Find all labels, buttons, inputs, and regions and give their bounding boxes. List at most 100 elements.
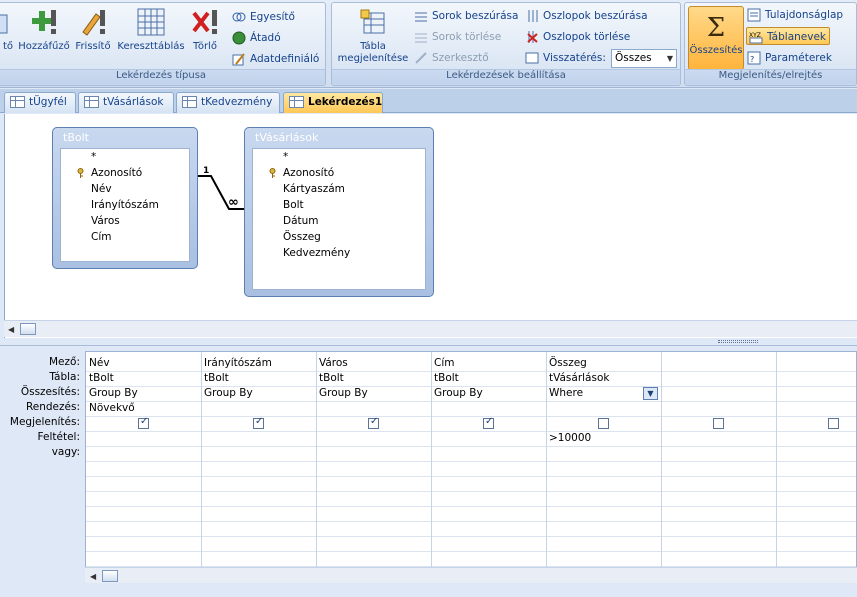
row-label-show: Megjelenítés:	[9, 416, 80, 428]
table-icon	[182, 96, 197, 108]
show-checkbox[interactable]	[598, 418, 609, 429]
builder-button[interactable]: Szerkesztő	[414, 49, 489, 67]
update-pencil-icon	[82, 10, 105, 36]
field-item[interactable]: *	[61, 149, 189, 165]
return-icon	[525, 51, 539, 65]
grid-cell-total[interactable]: Group By	[431, 386, 546, 401]
grid-cell-sort[interactable]	[431, 401, 546, 416]
delete-query-button[interactable]: Törlő	[187, 7, 223, 53]
grid-cell-table[interactable]: tBolt	[201, 371, 316, 386]
grid-cell-total[interactable]	[776, 386, 857, 401]
tab-tugyfel[interactable]: tÜgyfél	[4, 92, 76, 113]
field-item[interactable]: Összeg	[253, 229, 425, 245]
delete-columns-button[interactable]: Oszlopok törlése	[525, 28, 630, 46]
grid-cell-sort[interactable]: Növekvő	[86, 401, 201, 416]
query-grid-pane: Mező: Tábla: Összesítés: Rendezés: Megje…	[0, 347, 857, 597]
pane-splitter[interactable]	[0, 338, 857, 346]
insert-columns-icon	[525, 9, 539, 23]
total-dropdown-chevron-icon[interactable]: ▼	[643, 387, 658, 400]
table-names-button[interactable]: XYZ Táblanevek	[746, 27, 830, 45]
delete-rows-button[interactable]: Sorok törlése	[414, 28, 501, 46]
append-button[interactable]: Hozzáfűző	[15, 7, 73, 53]
grid-cell-field[interactable]	[661, 356, 776, 371]
parameters-button[interactable]: ? Paraméterek	[747, 49, 832, 67]
relationship-line[interactable]: 1 ∞	[195, 164, 250, 214]
insert-columns-button[interactable]: Oszlopok beszúrása	[525, 7, 648, 25]
grid-cell-sort[interactable]	[316, 401, 431, 416]
show-checkbox[interactable]	[483, 416, 494, 429]
tab-tkedvezmeny[interactable]: tKedvezmény	[176, 92, 280, 113]
grid-cell-total[interactable]: Group By	[86, 386, 201, 401]
scroll-left-icon[interactable]: ◀	[90, 572, 96, 581]
crosstab-button[interactable]: Kereszttáblás	[115, 7, 187, 53]
field-item[interactable]: Azonosító	[61, 165, 189, 181]
grid-cell-sort[interactable]	[661, 401, 776, 416]
tab-lekerdezes1[interactable]: Lekérdezés1	[283, 92, 383, 113]
grid-cell-field[interactable]: Összeg	[546, 356, 661, 371]
passthrough-button[interactable]: Átadó	[232, 29, 281, 47]
scroll-thumb[interactable]	[20, 323, 36, 335]
table-box-tbolt[interactable]: tBolt * Azonosító Név Irányítószám Város…	[52, 127, 198, 269]
tab-tvasarlasok[interactable]: tVásárlások	[78, 92, 174, 113]
show-checkbox[interactable]	[713, 418, 724, 429]
grid-cell-field[interactable]: Város	[316, 356, 431, 371]
grid-cell-table[interactable]: tBolt	[316, 371, 431, 386]
field-item[interactable]: Kártyaszám	[253, 181, 425, 197]
grid-cell-criteria[interactable]	[86, 431, 201, 446]
field-item[interactable]: Város	[61, 213, 189, 229]
grid-cell-table[interactable]	[776, 371, 857, 386]
show-checkbox[interactable]	[828, 418, 839, 429]
field-item[interactable]: *	[253, 149, 425, 165]
union-button[interactable]: Egyesítő	[232, 8, 295, 26]
grid-cell-total[interactable]: Group By	[201, 386, 316, 401]
grid-cell-table[interactable]: tBolt	[431, 371, 546, 386]
grid-cell-field[interactable]: Cím	[431, 356, 546, 371]
grid-cell-criteria[interactable]	[316, 431, 431, 446]
grid-cell-field[interactable]: Név	[86, 356, 201, 371]
grid-cell-sort[interactable]	[546, 401, 661, 416]
scroll-left-icon[interactable]: ◀	[8, 325, 14, 334]
return-select[interactable]: Összes ▼	[611, 49, 677, 68]
grid-cell-total[interactable]	[661, 386, 776, 401]
grid-cell-criteria[interactable]: >10000	[546, 431, 661, 446]
insert-rows-button[interactable]: Sorok beszúrása	[414, 7, 518, 25]
table-box-tvasarlasok[interactable]: tVásárlások * Azonosító Kártyaszám Bolt …	[244, 127, 434, 297]
show-checkbox[interactable]	[368, 416, 379, 429]
grid-cell-criteria[interactable]	[431, 431, 546, 446]
show-table-button[interactable]: Tábla megjelenítése	[336, 7, 410, 65]
datadefinition-button[interactable]: Adatdefiniáló	[232, 50, 319, 68]
grid-cell-criteria[interactable]	[201, 431, 316, 446]
grid-cell-total[interactable]: Group By	[316, 386, 431, 401]
field-item[interactable]: Név	[61, 181, 189, 197]
group-query-setup: Tábla megjelenítése Sorok beszúrása Soro…	[331, 2, 681, 86]
grid-cell-criteria[interactable]	[776, 431, 857, 446]
grid-cell-table[interactable]: tVásárlások	[546, 371, 661, 386]
diagram-horizontal-scrollbar[interactable]: ◀	[4, 320, 857, 337]
svg-text:?: ?	[750, 55, 754, 64]
totals-button[interactable]: Σ Összesítés	[688, 6, 744, 70]
field-item[interactable]: Dátum	[253, 213, 425, 229]
field-item[interactable]: Cím	[61, 229, 189, 245]
grid-cell-sort[interactable]	[201, 401, 316, 416]
show-checkbox[interactable]	[253, 416, 264, 429]
field-item[interactable]: Irányítószám	[61, 197, 189, 213]
grid-cell-field[interactable]	[776, 356, 857, 371]
builder-wand-icon	[414, 51, 428, 65]
grid-cell-sort[interactable]	[776, 401, 857, 416]
grid-cell-field[interactable]: Irányítószám	[201, 356, 316, 371]
return-label: Visszatérés:	[525, 49, 606, 67]
row-label-or: vagy:	[51, 446, 80, 458]
field-item[interactable]: Kedvezmény	[253, 245, 425, 261]
show-checkbox[interactable]	[138, 416, 149, 429]
grid-cell-table[interactable]: tBolt	[86, 371, 201, 386]
field-item[interactable]: Azonosító	[253, 165, 425, 181]
grid-cell-criteria[interactable]	[661, 431, 776, 446]
grid-cell-table[interactable]	[661, 371, 776, 386]
scroll-thumb[interactable]	[102, 570, 118, 582]
query-grid[interactable]: NévtBoltGroup ByNövekvőIrányítószámtBolt…	[85, 351, 857, 569]
table-icon	[10, 96, 25, 108]
update-button[interactable]: Frissítő	[72, 7, 114, 53]
property-sheet-button[interactable]: Tulajdonságlap	[747, 6, 843, 24]
field-item[interactable]: Bolt	[253, 197, 425, 213]
grid-horizontal-scrollbar[interactable]: ◀	[85, 567, 857, 583]
